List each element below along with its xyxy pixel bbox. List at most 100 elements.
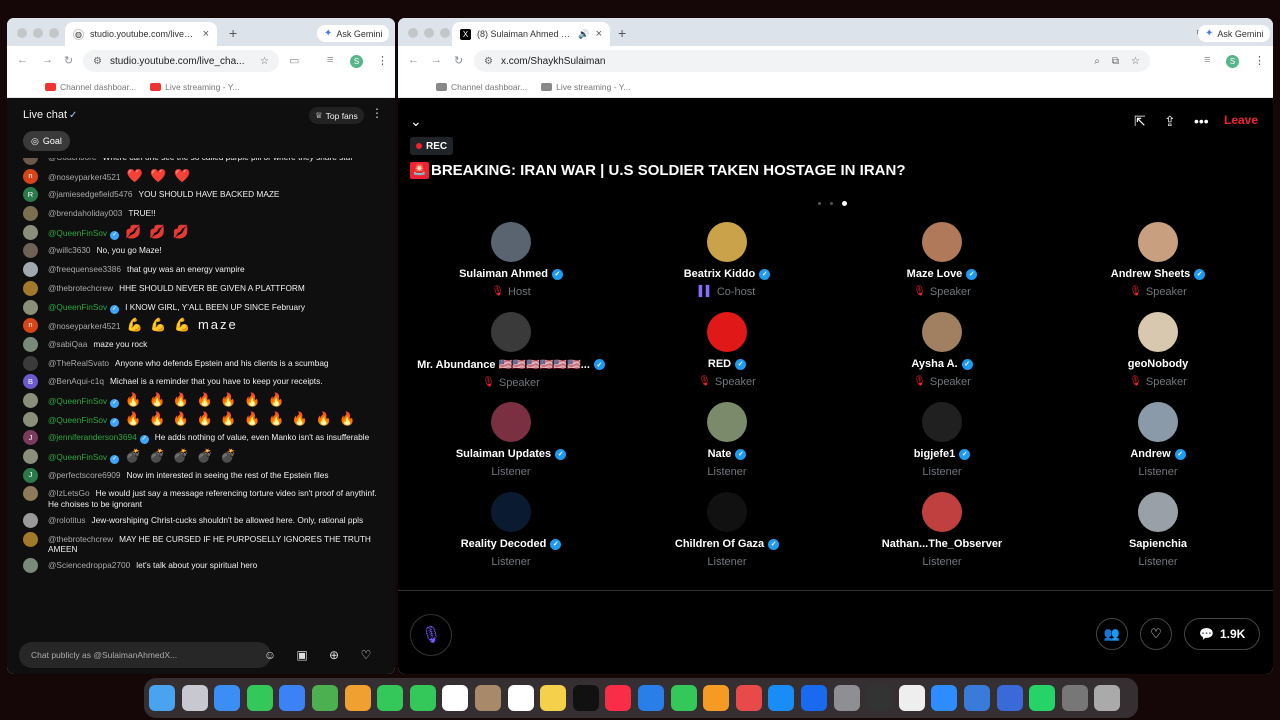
back-icon[interactable]: ← <box>408 54 419 66</box>
page-dot-active[interactable] <box>842 201 847 206</box>
add-icon[interactable]: ⊕ <box>326 647 342 663</box>
dock-app-chrome-icon[interactable] <box>898 685 925 711</box>
avatar[interactable] <box>23 206 38 222</box>
page-dot[interactable] <box>818 202 821 205</box>
zoom-window-button[interactable] <box>49 28 59 38</box>
author-name[interactable]: @QueenFinSov ✓ <box>48 452 120 464</box>
avatar[interactable] <box>23 355 38 371</box>
goal-button[interactable]: ◎ Goal <box>23 131 70 151</box>
reaction-heart-icon[interactable]: ♡ <box>1140 618 1172 650</box>
reading-list-icon[interactable]: ≡ <box>1204 54 1210 66</box>
dock-app-system-settings-icon[interactable] <box>833 685 860 711</box>
dock-app-messages-icon[interactable] <box>246 685 273 711</box>
dock-app-numbers-icon[interactable] <box>670 685 697 711</box>
author-name[interactable]: @CoachJore <box>48 158 97 162</box>
reload-icon[interactable]: ↻ <box>64 54 73 67</box>
dock-app-notes-icon[interactable] <box>540 685 567 711</box>
dock-app-obs-icon[interactable] <box>866 685 893 711</box>
emoji-icon[interactable]: ☺ <box>262 647 278 663</box>
participant-avatar[interactable] <box>707 402 747 442</box>
dock-app-pages-icon[interactable] <box>703 685 730 711</box>
author-name[interactable]: @perfectscore6909 <box>48 470 121 480</box>
participant-avatar[interactable] <box>1138 222 1178 262</box>
super-chat-icon[interactable]: ▣ <box>294 647 310 663</box>
avatar[interactable] <box>23 336 38 352</box>
author-name[interactable]: @thebrotechcrew <box>48 283 113 293</box>
avatar[interactable] <box>23 392 38 408</box>
participant-avatar[interactable] <box>922 402 962 442</box>
cast-icon[interactable]: ▭ <box>289 54 299 67</box>
new-tab-button[interactable]: + <box>618 25 626 41</box>
site-info-icon[interactable]: ⚙ <box>484 56 493 67</box>
participant[interactable]: geoNobody 🎙 Speaker <box>1053 312 1263 388</box>
minimize-window-button[interactable] <box>424 28 434 38</box>
participant-avatar[interactable] <box>707 312 747 352</box>
participant-avatar[interactable] <box>922 492 962 532</box>
avatar[interactable] <box>23 449 38 464</box>
participant-avatar[interactable] <box>491 492 531 532</box>
dock-app-downloads-icon[interactable] <box>1061 685 1088 711</box>
dock-app-keynote-icon[interactable] <box>638 685 664 711</box>
dock-app-reminders-icon[interactable] <box>507 685 534 711</box>
close-window-button[interactable] <box>408 28 418 38</box>
more-options-icon[interactable]: ⋮ <box>371 106 383 120</box>
site-info-icon[interactable]: ⚙ <box>93 56 102 67</box>
live-chat-title[interactable]: Live chat ✓ <box>23 109 77 121</box>
participant-avatar[interactable] <box>1138 312 1178 352</box>
close-tab-icon[interactable]: × <box>203 28 209 40</box>
author-name[interactable]: @TheRealSvato <box>48 358 109 368</box>
reading-list-icon[interactable]: ≡ <box>327 54 333 66</box>
author-name[interactable]: @BenAqui-c1q <box>48 376 104 386</box>
share-icon[interactable]: ⇪ <box>1164 113 1176 130</box>
forward-icon[interactable]: → <box>431 54 442 66</box>
author-name[interactable]: @QueenFinSov ✓ <box>48 396 120 408</box>
new-tab-button[interactable]: + <box>229 25 237 41</box>
participant[interactable]: Sulaiman Ahmed ✓ 🎙 Host <box>406 222 616 298</box>
avatar[interactable] <box>23 411 38 427</box>
dock-app-files-icon[interactable] <box>801 685 827 711</box>
dock-app-quick-look-icon[interactable] <box>996 685 1023 711</box>
avatar[interactable] <box>23 243 38 259</box>
close-window-button[interactable] <box>17 28 27 38</box>
participant[interactable]: Mr. Abundance 🇺🇸🇺🇸🇺🇸🇺🇸🇺🇸🇺🇸... ✓ 🎙 Speaker <box>406 312 616 389</box>
reload-icon[interactable]: ↻ <box>454 54 463 67</box>
people-icon[interactable]: 👥 <box>1096 618 1128 650</box>
author-name[interactable]: @QueenFinSov ✓ <box>48 228 120 240</box>
leave-button[interactable]: Leave <box>1224 113 1258 127</box>
profile-avatar[interactable]: S <box>350 55 363 68</box>
author-name[interactable]: @brendaholiday003 <box>48 208 122 218</box>
author-name[interactable]: @Sciencedroppa2700 <box>48 560 130 570</box>
participant-avatar[interactable] <box>1138 402 1178 442</box>
avatar[interactable]: n <box>23 168 38 184</box>
dock-app-trash-icon[interactable] <box>1094 685 1121 711</box>
ask-gemini-button[interactable]: ✦ Ask Gemini <box>1198 25 1271 42</box>
top-fans-dropdown[interactable]: ♕ Top fans <box>309 107 364 124</box>
chat-message-list[interactable]: @CoachJore Where can one see the so calle… <box>7 158 395 636</box>
dock-app-maps-icon[interactable] <box>312 685 338 711</box>
back-icon[interactable]: ← <box>17 54 28 66</box>
participant-avatar[interactable] <box>491 402 531 442</box>
dock-app-facetime-icon[interactable] <box>377 685 404 711</box>
dock-out-icon[interactable]: ⇱ <box>1134 113 1146 130</box>
avatar[interactable] <box>23 158 38 165</box>
minimize-window-button[interactable] <box>33 28 43 38</box>
participant[interactable]: Sapienchia Listener <box>1053 492 1263 568</box>
dock-app-phone-icon[interactable] <box>409 685 436 711</box>
bookmark-live-streaming[interactable]: Live streaming - Y... <box>541 82 630 92</box>
avatar[interactable] <box>23 280 38 296</box>
dock-app-calendar-icon[interactable] <box>442 685 469 711</box>
participant-avatar[interactable] <box>707 222 747 262</box>
avatar[interactable]: R <box>23 187 38 203</box>
bookmark-channel-dashboard[interactable]: Channel dashboar... <box>45 82 136 92</box>
participant[interactable]: RED ✓ 🎙 Speaker <box>622 312 832 388</box>
avatar[interactable] <box>23 558 38 574</box>
profile-avatar[interactable]: S <box>1226 55 1239 68</box>
author-name[interactable]: @IzLetsGo <box>48 488 90 498</box>
author-name[interactable]: @thebrotechcrew <box>48 534 113 544</box>
dock-app-safari-icon[interactable] <box>214 685 241 711</box>
ask-gemini-button[interactable]: ✦ Ask Gemini <box>317 25 390 42</box>
dock-app-zoom-icon[interactable] <box>931 685 958 711</box>
dock-app-tv-icon[interactable] <box>572 685 599 711</box>
participant-avatar[interactable] <box>922 222 962 262</box>
dock-app-launchpad-icon[interactable] <box>181 685 208 711</box>
